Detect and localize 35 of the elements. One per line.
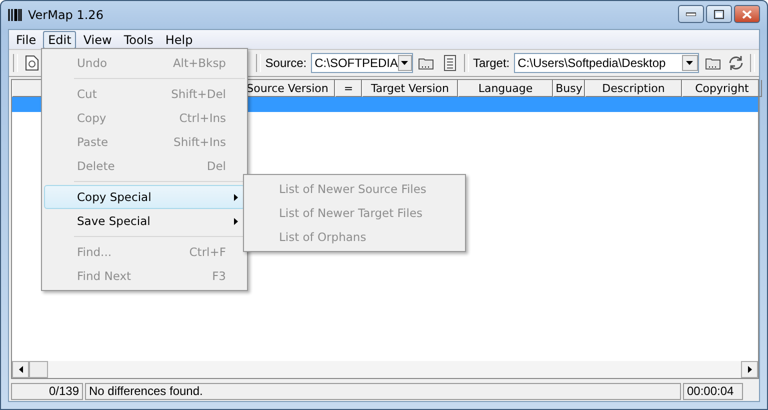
source-combo[interactable]: C:\SOFTPEDIA xyxy=(310,53,413,73)
submenu-arrow-icon xyxy=(234,218,238,224)
status-count: 0/139 xyxy=(11,382,83,400)
right-arrow-icon xyxy=(748,366,752,373)
menu-item[interactable]: File xyxy=(11,30,42,48)
barcode-icon xyxy=(8,9,22,21)
dropdown-button[interactable] xyxy=(398,55,412,71)
close-icon xyxy=(742,10,752,18)
close-button[interactable] xyxy=(734,5,760,23)
window-title: VerMap 1.26 xyxy=(28,8,104,22)
menu-item[interactable]: Tools xyxy=(118,30,158,48)
target-combo[interactable]: C:\Users\Softpedia\Desktop xyxy=(514,53,699,73)
menu-item[interactable]: Save Special xyxy=(44,209,245,233)
menu-item[interactable]: Help xyxy=(160,30,198,48)
caret-icon xyxy=(686,61,694,65)
menu-item[interactable]: Edit xyxy=(43,30,76,48)
left-arrow-icon xyxy=(18,366,22,373)
caret-icon xyxy=(401,61,408,65)
menu-item[interactable]: Copy Special xyxy=(44,185,245,209)
scroll-left-button[interactable] xyxy=(12,361,29,378)
maximize-button[interactable] xyxy=(706,5,732,23)
scroll-right-button[interactable] xyxy=(741,361,758,378)
scrollbar-thumb[interactable] xyxy=(29,361,48,378)
menu-item[interactable]: View xyxy=(78,30,117,48)
folder-icon xyxy=(704,56,721,70)
maximize-icon xyxy=(714,10,724,18)
status-message: No differences found. xyxy=(85,382,681,400)
minimize-icon xyxy=(686,12,696,16)
minimize-button[interactable] xyxy=(678,5,704,23)
source-label: Source: xyxy=(265,56,307,70)
folder-icon xyxy=(418,56,434,70)
submenu-arrow-icon xyxy=(234,194,238,200)
status-time: 00:00:04 xyxy=(683,382,743,400)
target-label: Target: xyxy=(472,56,510,70)
dropdown-button[interactable] xyxy=(682,55,698,71)
